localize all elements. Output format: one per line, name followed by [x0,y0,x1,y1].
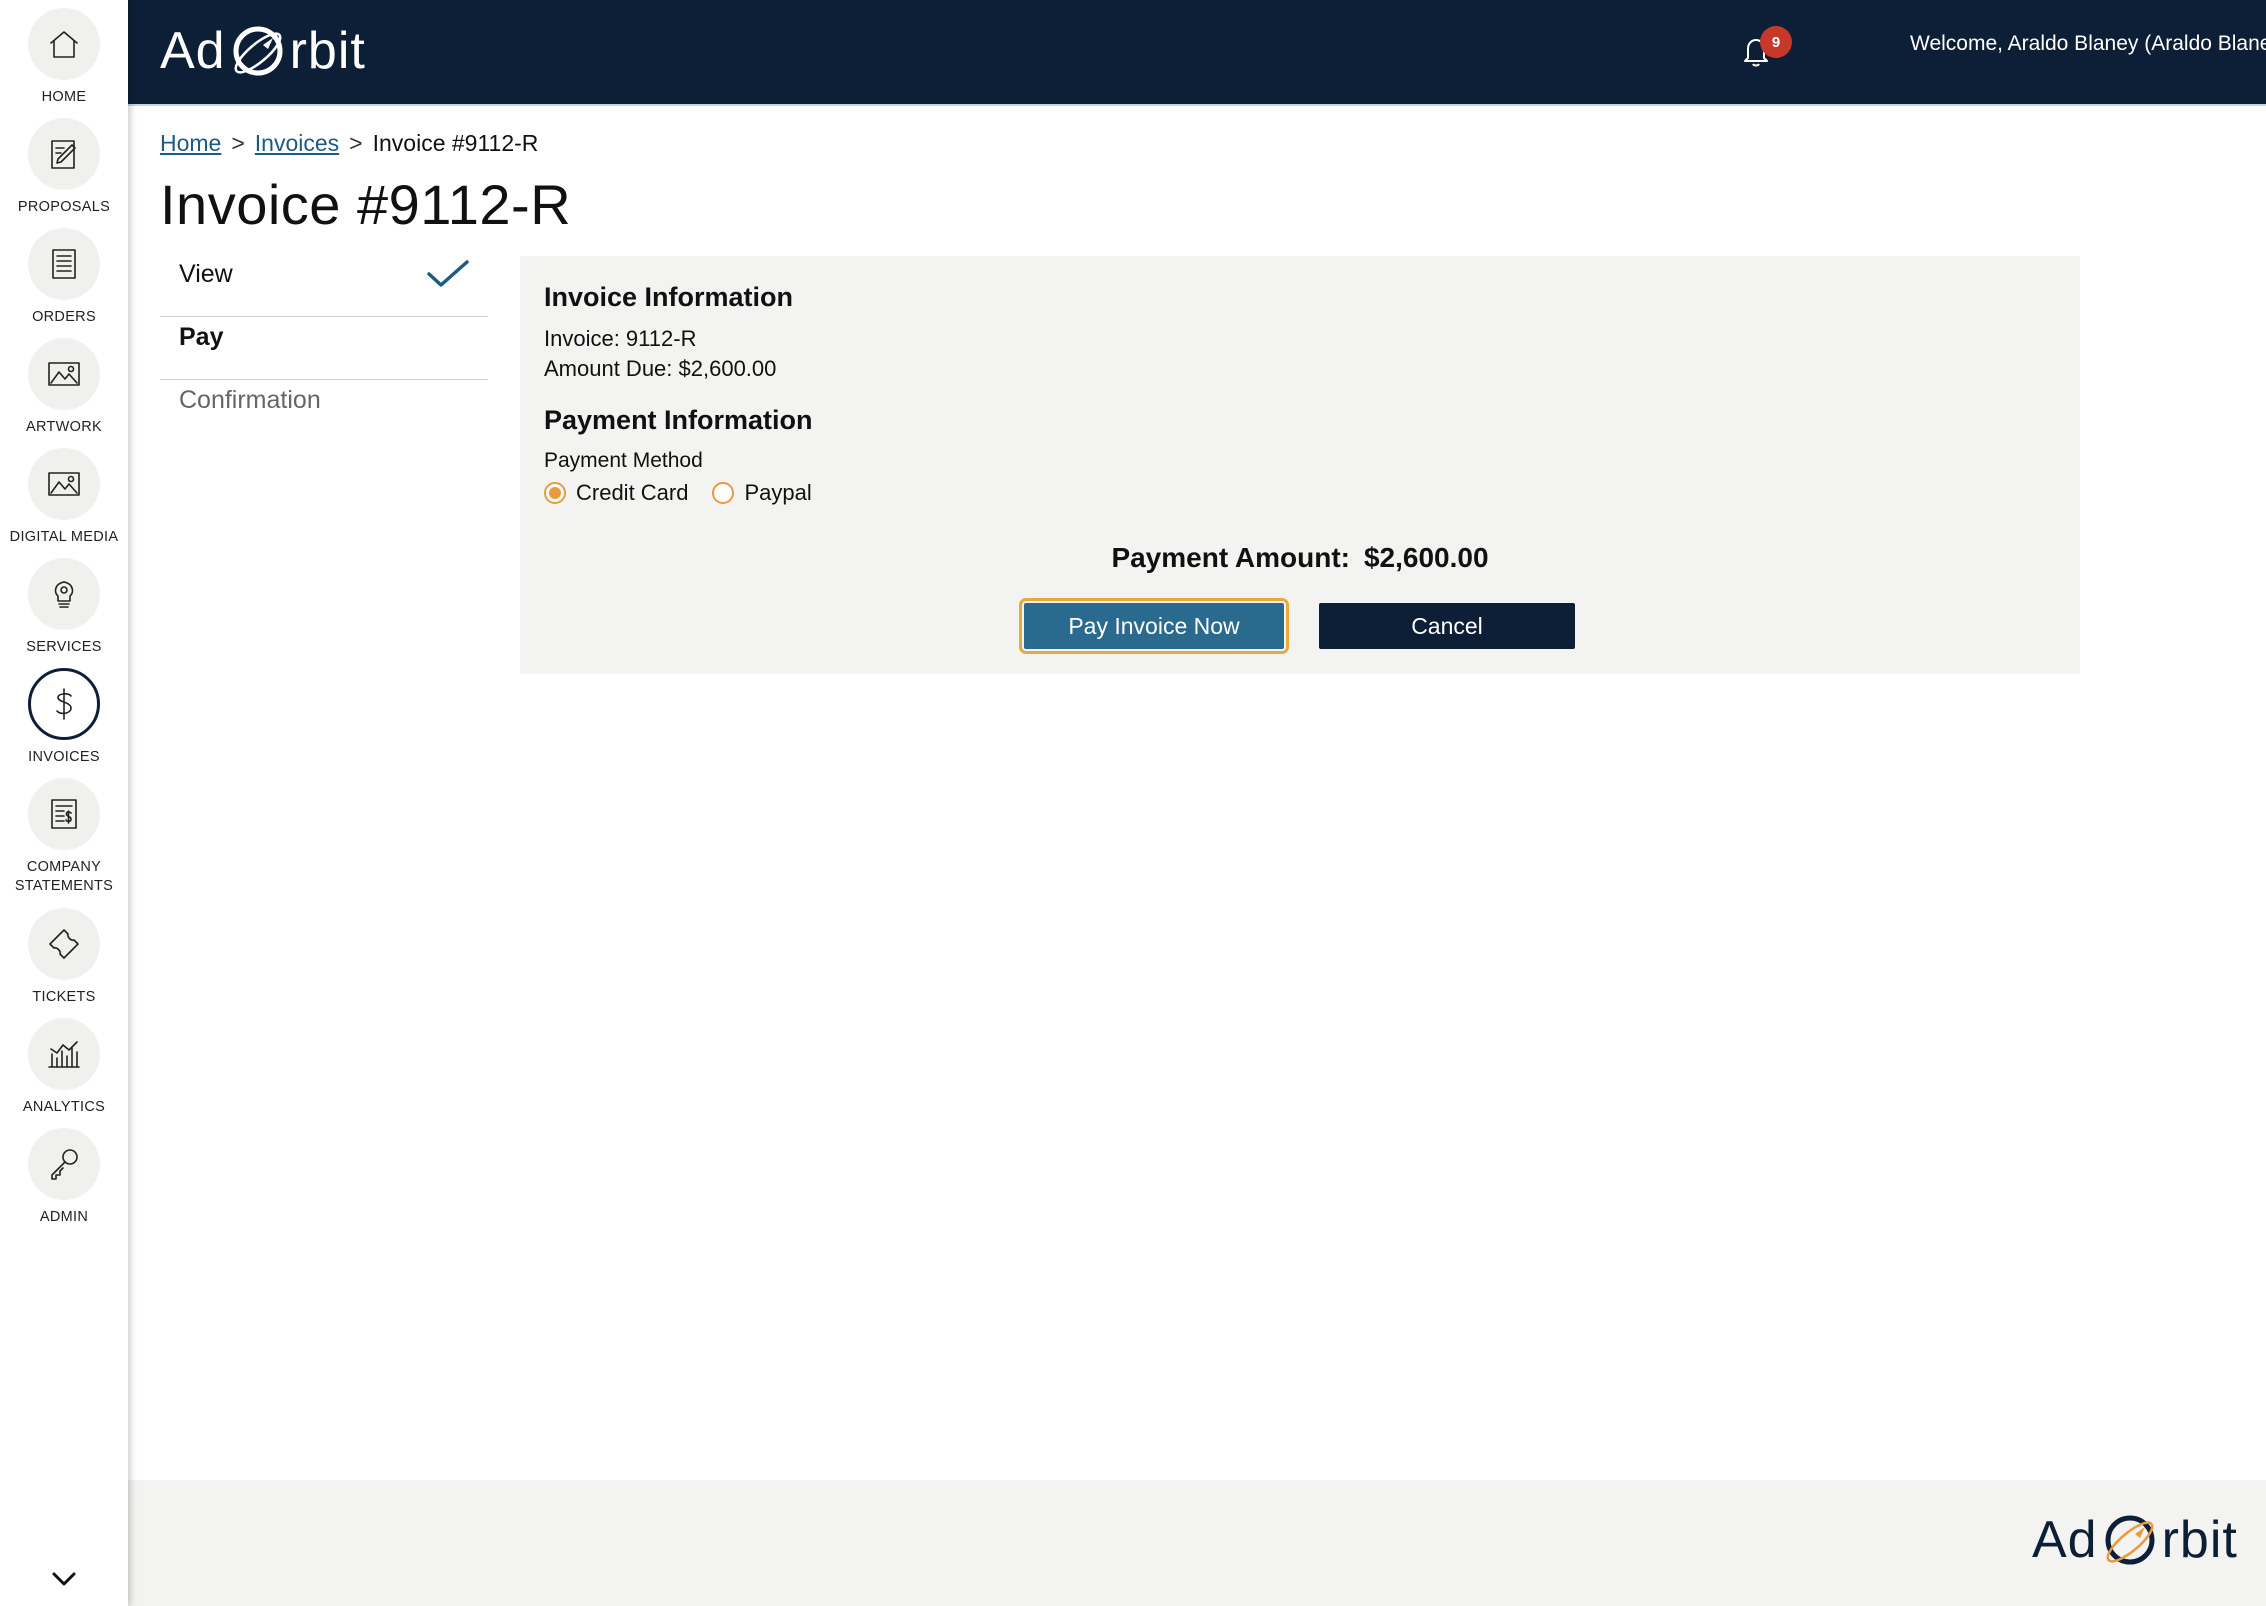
step-pay: Pay [160,317,488,380]
top-bar: Ad rbit 9 Welcome, Araldo Blaney (Araldo… [128,0,2266,106]
payment-method-options: Credit Card Paypal [544,480,836,506]
step-label: View [179,260,233,288]
sidebar-item-artwork[interactable]: ARTWORK [0,338,128,437]
sidebar-item-services[interactable]: SERVICES [0,558,128,657]
sidebar-item-label: SERVICES [26,639,102,655]
notifications-button[interactable]: 9 [1740,26,1792,72]
step-view[interactable]: View [160,254,488,317]
invoice-number: Invoice: 9112-R [544,326,697,351]
sidebar-item-label: ARTWORK [26,419,102,435]
sidebar-item-label: INVOICES [28,749,100,765]
sidebar-item-tickets[interactable]: TICKETS [0,908,128,1007]
sidebar-item-label: ORDERS [32,309,96,325]
payment-amount: Payment Amount: $2,600.00 [520,542,2080,574]
amount-due: Amount Due: $2,600.00 [544,356,777,381]
credit-card-radio[interactable]: Credit Card [544,480,688,506]
sidebar-item-digital-media[interactable]: DIGITAL MEDIA [0,448,128,547]
home-icon [28,8,100,80]
breadcrumb-invoices-link[interactable]: Invoices [255,130,339,157]
sidebar-item-invoices[interactable]: INVOICES [0,668,128,767]
sidebar-item-analytics[interactable]: ANALYTICS [0,1018,128,1117]
payment-amount-value: $2,600.00 [1363,542,1489,573]
services-icon [28,558,100,630]
invoice-information-heading: Invoice Information [544,282,794,312]
app-logo[interactable]: Ad rbit [160,18,366,84]
footer-logo: Ad rbit [2032,1511,2238,1569]
breadcrumb-separator: > [231,130,245,156]
notification-count-badge: 9 [1760,26,1792,58]
paypal-radio[interactable]: Paypal [712,480,812,506]
digital-media-icon [28,448,100,520]
chevron-down-icon[interactable] [44,1568,84,1590]
step-label: Confirmation [179,386,321,414]
step-label: Pay [179,323,224,351]
sidebar-item-label: DIGITAL MEDIA [9,529,119,545]
sidebar-item-label: TICKETS [32,989,96,1005]
welcome-text: Welcome, Araldo Blaney (Araldo Blaney Co… [1910,32,2266,55]
radio-label: Paypal [744,480,812,505]
breadcrumb-home-link[interactable]: Home [160,130,221,157]
user-menu[interactable]: Welcome, Araldo Blaney (Araldo Blaney Co… [1910,32,2266,56]
breadcrumb-separator: > [349,130,363,156]
sidebar-item-label: HOME [41,89,87,105]
payment-information-heading: Payment Information [544,405,813,435]
proposals-icon [28,118,100,190]
breadcrumb-current: Invoice #9112-R [372,130,539,156]
orbit-logo-icon [233,26,283,76]
sidebar-item-orders[interactable]: ORDERS [0,228,128,327]
checkmark-icon [427,260,469,287]
payment-method-label: Payment Method [544,449,703,472]
orbit-logo-icon [2105,1515,2155,1565]
sidebar-item-company-statements[interactable]: COMPANY STATEMENTS [0,778,128,896]
radio-button[interactable] [712,482,735,504]
radio-label: Credit Card [576,480,689,505]
orders-icon [28,228,100,300]
breadcrumb: Home > Invoices > Invoice #9112-R [160,130,538,157]
sidebar: HOME PROPOSALS ORDERS ARTWORK DIGITAL ME… [0,0,128,1606]
sidebar-item-label: ADMIN [39,1209,89,1225]
step-confirmation: Confirmation [160,380,488,443]
sidebar-item-home[interactable]: HOME [0,8,128,107]
sidebar-item-label: PROPOSALS [17,199,111,215]
pay-invoice-now-button[interactable]: Pay Invoice Now [1019,598,1289,654]
tickets-icon [28,908,100,980]
footer: Ad rbit [128,1480,2266,1606]
payment-panel: Invoice Information Invoice: 9112-R Amou… [520,256,2080,674]
company-statements-icon [28,778,100,850]
admin-icon [28,1128,100,1200]
payment-steps: View Pay Confirmation [160,254,488,443]
invoices-icon [28,668,100,740]
cancel-button[interactable]: Cancel [1319,603,1575,649]
radio-button-checked[interactable] [544,482,566,504]
sidebar-item-label: COMPANY STATEMENTS [14,859,114,894]
sidebar-item-proposals[interactable]: PROPOSALS [0,118,128,217]
sidebar-item-admin[interactable]: ADMIN [0,1128,128,1227]
analytics-icon [28,1018,100,1090]
payment-amount-label: Payment Amount: [1111,542,1350,573]
page-title: Invoice #9112-R [160,173,572,236]
artwork-icon [28,338,100,410]
sidebar-item-label: ANALYTICS [22,1099,106,1115]
